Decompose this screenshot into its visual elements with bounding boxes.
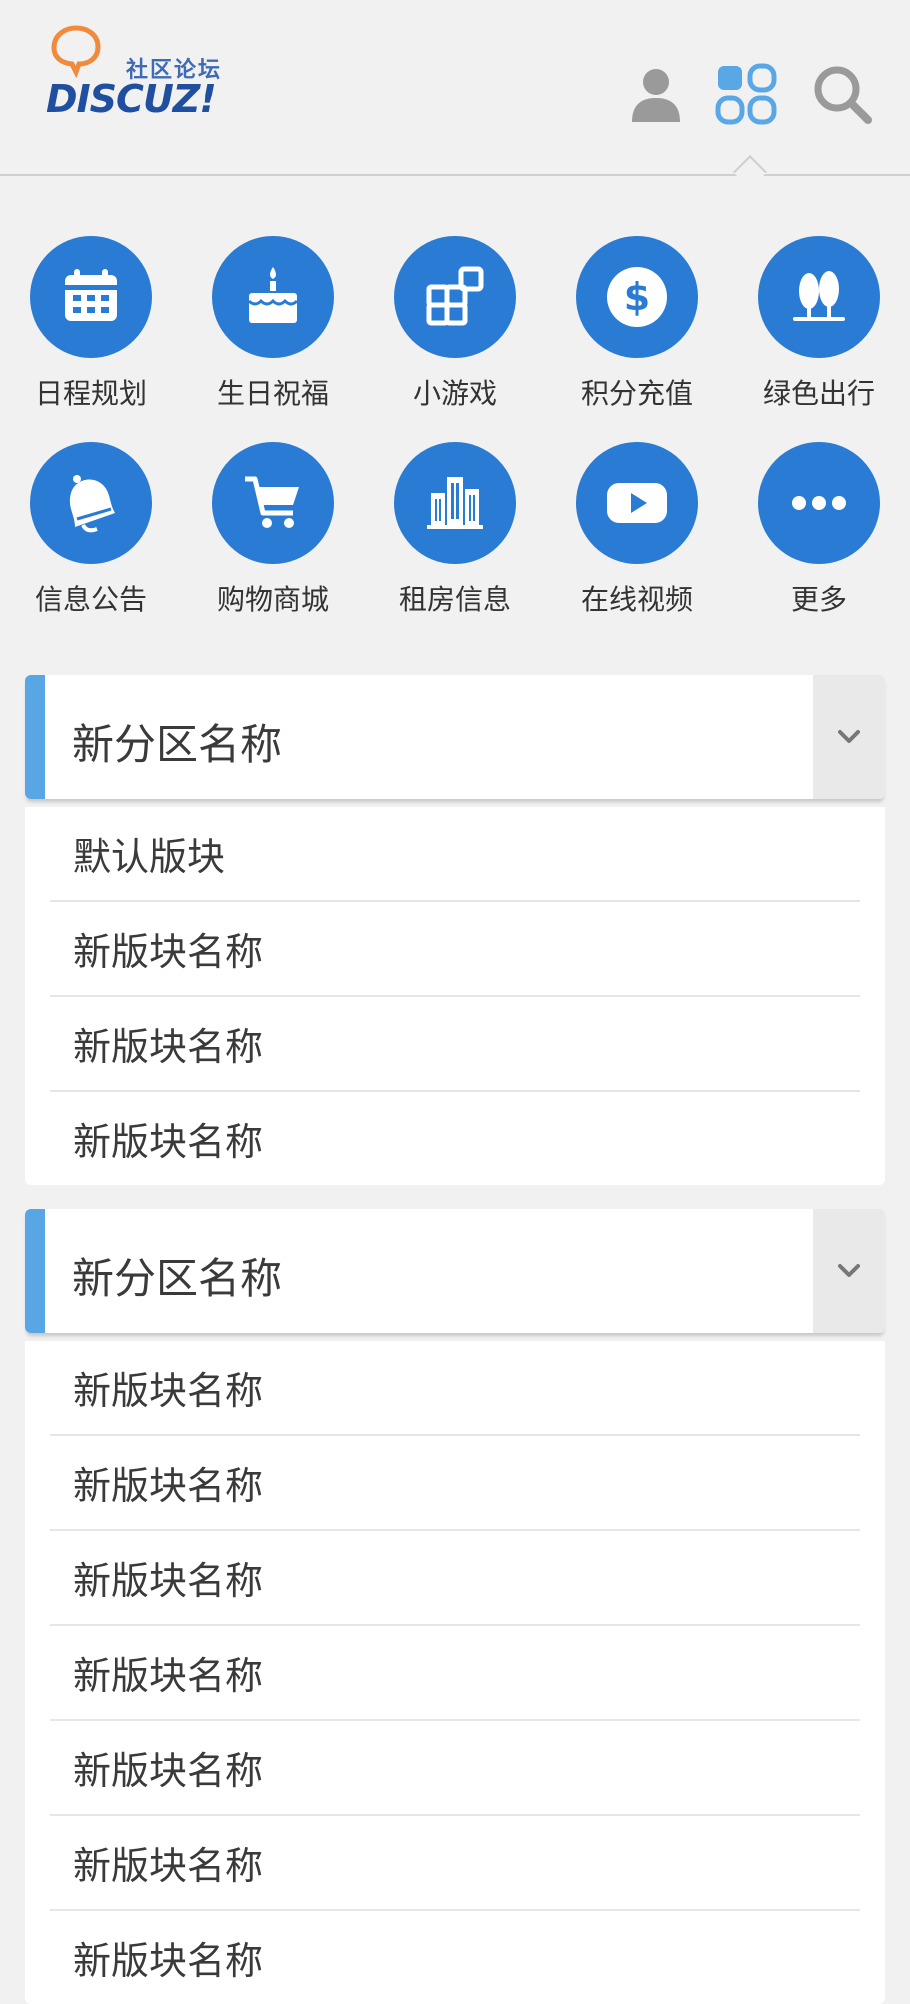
- bell-icon: [69, 475, 115, 533]
- cart-icon: [245, 476, 299, 528]
- forum-row[interactable]: 新版块名称: [50, 1721, 860, 1816]
- buildings-icon: [427, 477, 483, 529]
- nav-label: 日程规划: [34, 377, 147, 410]
- collapse-toggle[interactable]: [813, 675, 885, 799]
- nav-item-green-travel[interactable]: 绿色出行: [728, 232, 910, 422]
- speech-bubble-logo-icon: [51, 25, 101, 79]
- nav-item-more[interactable]: 更多: [728, 438, 910, 628]
- cake-icon: [247, 267, 299, 323]
- section-header[interactable]: 新分区名称: [25, 675, 885, 799]
- nav-item-shopping[interactable]: 购物商城: [182, 438, 364, 628]
- nav-label: 绿色出行: [762, 377, 875, 410]
- chevron-down-icon: [838, 1264, 860, 1277]
- logo-english-text: DISCUZ!: [46, 77, 217, 121]
- forum-row[interactable]: 新版块名称: [50, 902, 860, 997]
- collapse-toggle[interactable]: [813, 1209, 885, 1333]
- forum-section: 新分区名称 默认版块 新版块名称 新版块名称 新版块名称: [25, 675, 885, 1185]
- forum-row[interactable]: 新版块名称: [50, 997, 860, 1092]
- nav-item-video[interactable]: 在线视频: [546, 438, 728, 628]
- chevron-down-icon: [838, 730, 860, 743]
- section-accent-bar: [25, 675, 45, 799]
- nav-label: 小游戏: [412, 377, 497, 410]
- more-dots-icon: [792, 496, 846, 510]
- forum-row[interactable]: 新版块名称: [50, 1092, 860, 1185]
- nav-label: 积分充值: [580, 377, 693, 410]
- nav-label: 信息公告: [34, 583, 147, 616]
- forum-row[interactable]: 新版块名称: [50, 1531, 860, 1626]
- forum-row[interactable]: 默认版块: [50, 807, 860, 902]
- nav-label: 在线视频: [580, 583, 693, 616]
- nav-label: 更多: [790, 583, 847, 616]
- nav-item-schedule[interactable]: 日程规划: [0, 232, 182, 422]
- top-header: 社区论坛 DISCUZ!: [0, 0, 910, 176]
- forum-list: 默认版块 新版块名称 新版块名称 新版块名称: [25, 807, 885, 1185]
- section-accent-bar: [25, 1209, 45, 1333]
- section-title: 新分区名称: [72, 720, 283, 769]
- site-logo[interactable]: 社区论坛 DISCUZ!: [46, 22, 236, 122]
- user-icon[interactable]: [624, 62, 688, 126]
- nav-item-recharge[interactable]: $ 积分充值: [546, 232, 728, 422]
- section-title: 新分区名称: [72, 1254, 283, 1303]
- svg-text:$: $: [624, 275, 650, 319]
- nav-item-games[interactable]: 小游戏: [364, 232, 546, 422]
- nav-item-announcement[interactable]: 信息公告: [0, 438, 182, 628]
- forum-row[interactable]: 新版块名称: [50, 1436, 860, 1531]
- forum-section: 新分区名称 新版块名称 新版块名称 新版块名称 新版块名称 新版块名称 新版块名…: [25, 1209, 885, 2004]
- nav-label: 租房信息: [398, 583, 511, 616]
- header-actions: [624, 62, 894, 132]
- section-header[interactable]: 新分区名称: [25, 1209, 885, 1333]
- nav-label: 购物商城: [216, 583, 329, 616]
- forum-row[interactable]: 新版块名称: [50, 1816, 860, 1911]
- dollar-icon: $: [607, 267, 667, 327]
- forum-row[interactable]: 新版块名称: [50, 1626, 860, 1721]
- nav-item-birthday[interactable]: 生日祝福: [182, 232, 364, 422]
- calendar-icon: [65, 269, 117, 321]
- nav-item-rental[interactable]: 租房信息: [364, 438, 546, 628]
- video-play-icon: [607, 483, 667, 523]
- game-blocks-icon: [426, 266, 484, 326]
- nav-label: 生日祝福: [216, 377, 329, 410]
- forum-row[interactable]: 新版块名称: [50, 1911, 860, 2004]
- forum-list: 新版块名称 新版块名称 新版块名称 新版块名称 新版块名称 新版块名称 新版块名…: [25, 1341, 885, 2004]
- trees-icon: [793, 271, 845, 321]
- forum-row[interactable]: 新版块名称: [50, 1341, 860, 1436]
- search-icon[interactable]: [810, 62, 874, 126]
- grid-menu-icon[interactable]: [714, 62, 778, 126]
